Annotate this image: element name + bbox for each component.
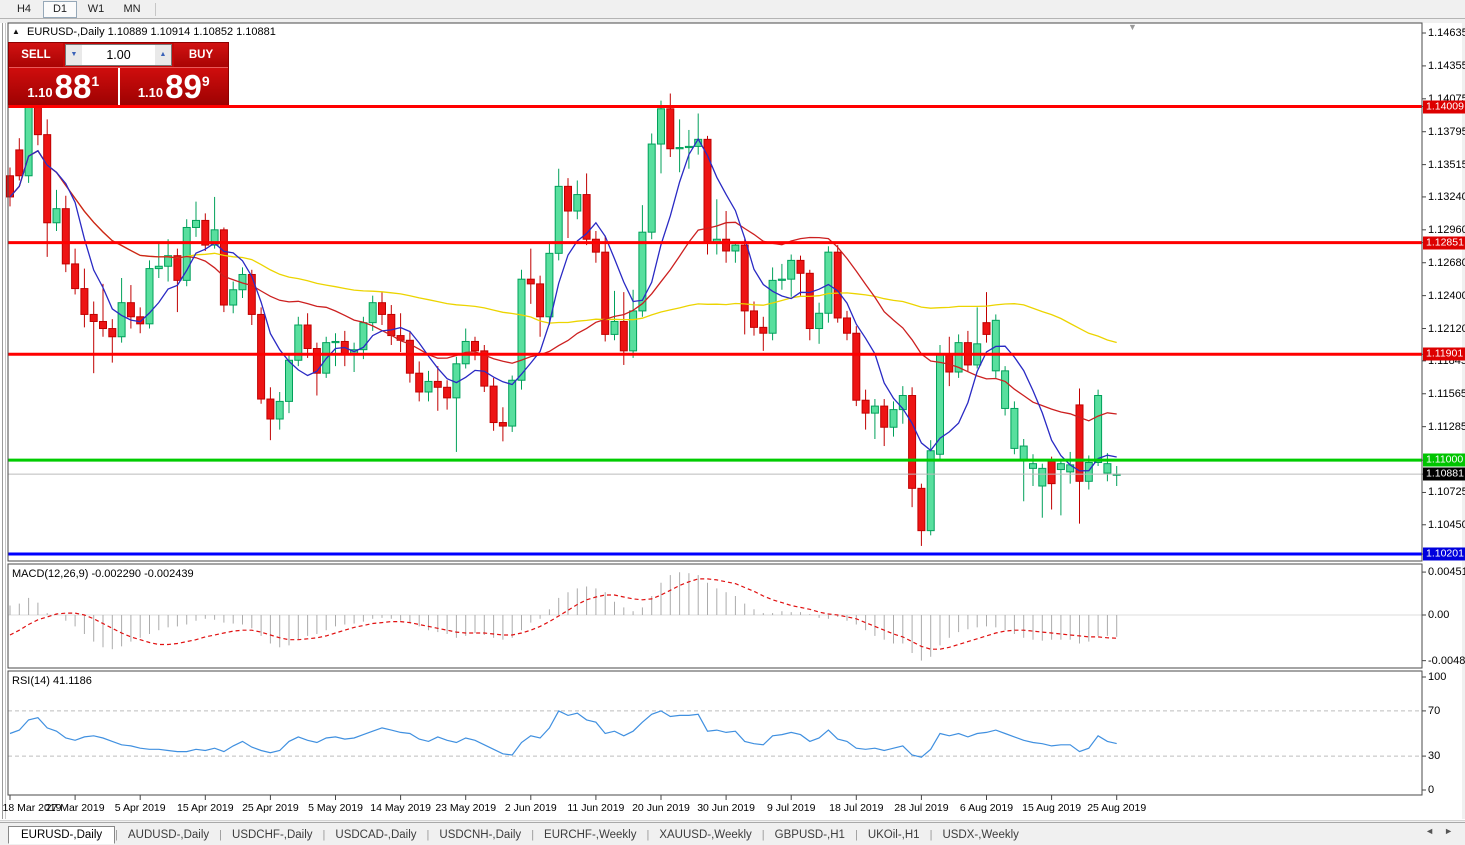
chart-tab-bar: EURUSD-,Daily|AUDUSD-,Daily|USDCHF-,Dail… [0,822,1465,845]
buy-price-pip: 9 [202,73,210,89]
sell-price-pip: 1 [91,73,99,89]
chart-symbol-label: EURUSD-,Daily [27,26,105,38]
chart-tab-eurchf-weekly[interactable]: EURCHF-,Weekly [534,827,646,843]
candlesticks [7,51,1121,546]
chart-tab-xauusd-weekly[interactable]: XAUUSD-,Weekly [649,827,761,843]
tab-scroll-right-icon[interactable]: ► [1444,826,1453,836]
chart-tab-ukoil-h1[interactable]: UKOil-,H1 [858,827,930,843]
sell-price-big: 88 [55,72,92,102]
sell-price-prefix: 1.10 [27,85,52,100]
chart-shift-marker-icon[interactable]: ▼ [1128,22,1137,32]
chart-tab-usdcad-daily[interactable]: USDCAD-,Daily [325,827,426,843]
chart-tab-eurusd-daily[interactable]: EURUSD-,Daily [8,826,115,844]
tab-scroll-arrows: ◄ ► [1425,826,1453,836]
chart-tab-audusd-daily[interactable]: AUDUSD-,Daily [118,827,219,843]
sell-button[interactable]: SELL [9,43,63,67]
chart-tab-usdcnh-daily[interactable]: USDCNH-,Daily [429,827,531,843]
buy-price-panel[interactable]: 1.10 89 9 [120,68,229,105]
chart-tab-usdx-weekly[interactable]: USDX-,Weekly [932,827,1028,843]
buy-price-prefix: 1.10 [138,85,163,100]
trade-panel-toggle-icon[interactable]: ▲ [12,27,20,36]
buy-button[interactable]: BUY [174,43,228,67]
volume-decrease-icon[interactable]: ▼ [66,45,82,65]
chart-canvas[interactable] [0,0,1465,845]
volume-increase-icon[interactable]: ▲ [155,45,171,65]
one-click-trade-panel: SELL ▼ ▲ BUY 1.10 88 1 1.10 89 9 [8,42,229,105]
trading-terminal-window: H4D1W1MN ▲ EURUSD-,Daily 1.10889 1.10914… [0,0,1465,845]
tab-scroll-left-icon[interactable]: ◄ [1425,826,1434,836]
rsi-pane-content [8,711,1422,757]
chart-tab-gbpusd-h1[interactable]: GBPUSD-,H1 [765,827,855,843]
volume-input[interactable] [82,45,155,65]
chart-ohlc-values: 1.10889 1.10914 1.10852 1.10881 [108,26,276,38]
volume-stepper: ▼ ▲ [65,44,172,66]
pane-frames [8,23,1422,795]
chart-tab-usdchf-daily[interactable]: USDCHF-,Daily [222,827,323,843]
buy-price-big: 89 [165,72,202,102]
axis-tick-marks [10,33,1426,800]
sell-price-panel[interactable]: 1.10 88 1 [9,68,120,105]
moving-average-lines [10,139,1117,471]
macd-pane-content [8,572,1422,660]
chart-title: ▲ EURUSD-,Daily 1.10889 1.10914 1.10852 … [12,26,276,38]
